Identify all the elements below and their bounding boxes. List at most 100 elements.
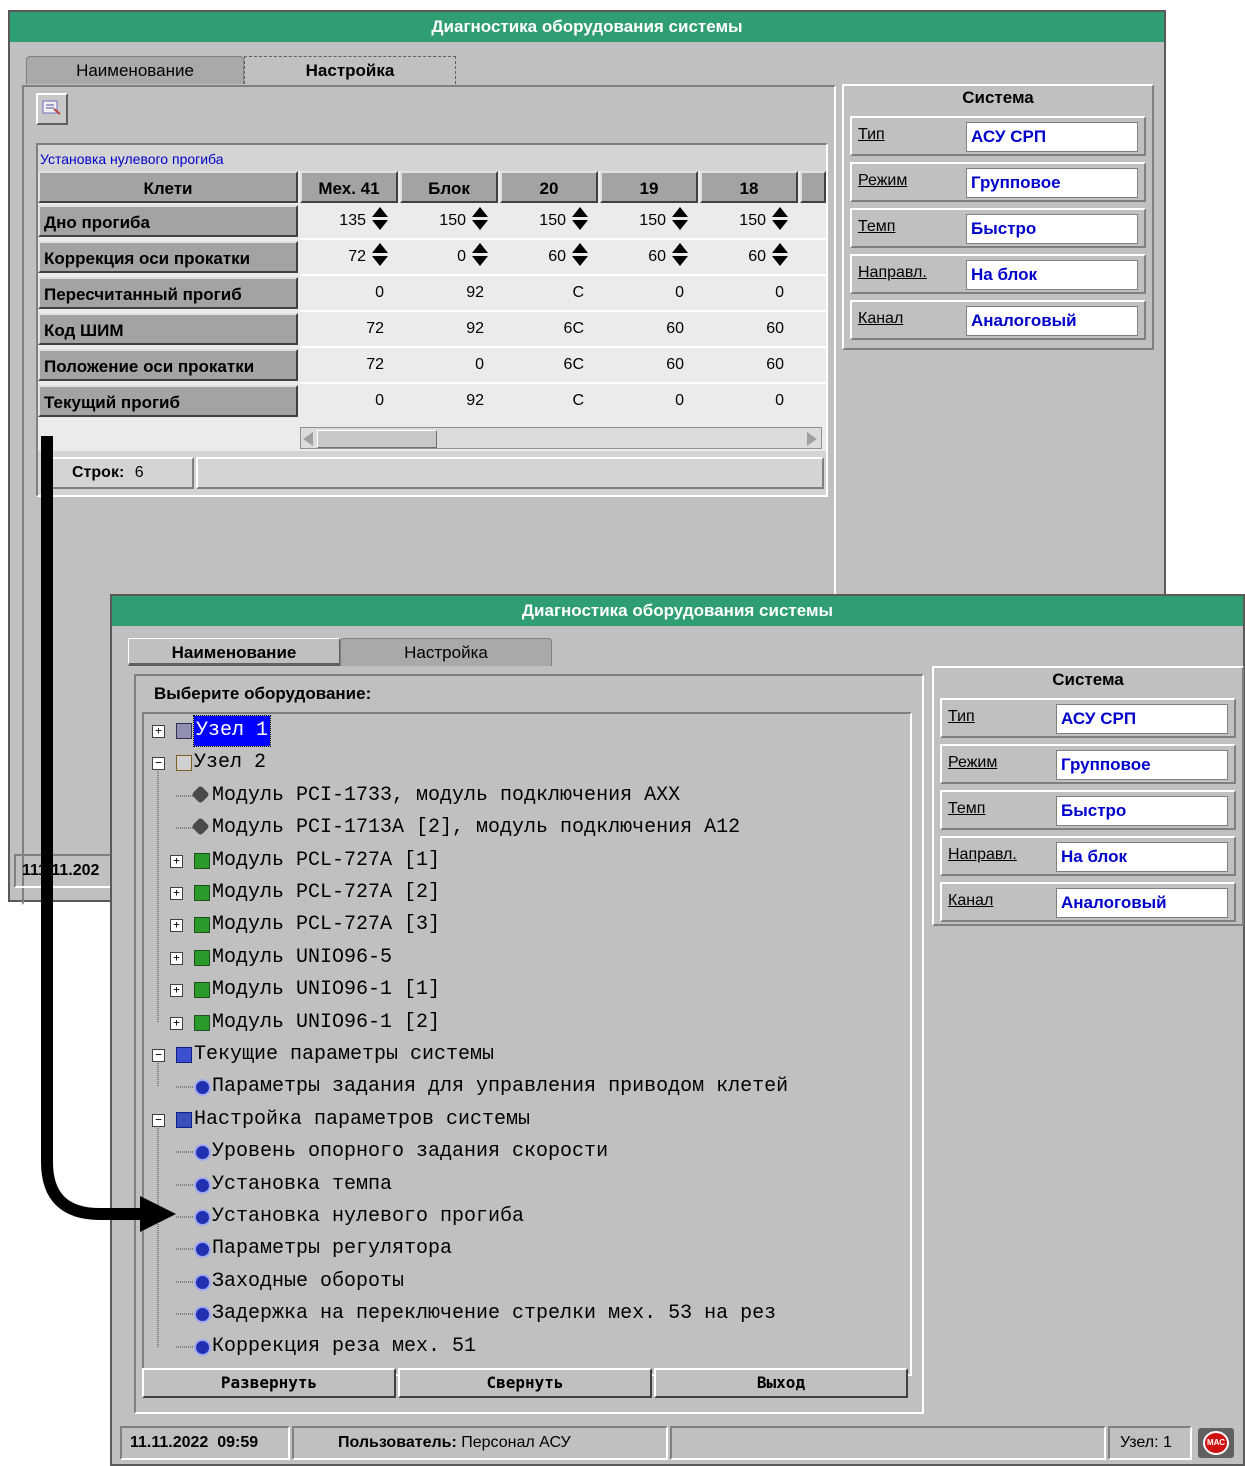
row-header: Коррекция оси прокатки: [38, 241, 298, 273]
tab-settings[interactable]: Настройка: [244, 56, 456, 84]
tab-name[interactable]: Наименование: [26, 56, 244, 84]
grid-cell: 92: [400, 385, 498, 417]
expand-icon[interactable]: +: [170, 887, 183, 900]
spinner-icon[interactable]: [772, 242, 788, 268]
system-back-row: Темп Быстро: [850, 208, 1146, 248]
collapse-icon[interactable]: −: [152, 757, 165, 770]
cell-value: 60: [648, 248, 666, 265]
tree-item-label: Модуль UNIO96-1 [2]: [212, 1011, 441, 1034]
collapse-button[interactable]: Свернуть: [398, 1368, 652, 1398]
tree-item-label: Параметры задания для управления приводо…: [212, 1075, 789, 1098]
expand-icon[interactable]: +: [170, 919, 183, 932]
grid-cell[interactable]: 0: [400, 241, 498, 273]
row-header: Положение оси прокатки: [38, 349, 298, 381]
select-equipment-label: Выберите оборудование:: [154, 684, 372, 703]
column-header[interactable]: 19: [600, 171, 698, 203]
grid-caption: Установка нулевого прогиба: [40, 151, 224, 167]
card-icon: [194, 917, 210, 933]
column-header[interactable]: 18: [700, 171, 798, 203]
tree-item-label: Узел 2: [194, 751, 267, 774]
cell-value: 92: [466, 392, 484, 409]
row-divider: [300, 346, 826, 348]
tree-item-label: Узел 1: [192, 715, 272, 747]
grid-cell[interactable]: 150: [600, 205, 698, 237]
scroll-right-arrow[interactable]: [807, 432, 817, 446]
expand-icon[interactable]: +: [170, 984, 183, 997]
grid-cell[interactable]: 150: [500, 205, 598, 237]
expand-icon[interactable]: +: [152, 725, 165, 738]
tree-item-label: Модуль PCL-727A [3]: [212, 913, 441, 936]
column-header[interactable]: Блок: [400, 171, 498, 203]
grid-cell[interactable]: 60: [500, 241, 598, 273]
back-status-date: 111.11.202: [14, 854, 114, 888]
system-back-row: Тип АСУ СРП: [850, 116, 1146, 156]
parameter-icon: [194, 1177, 211, 1194]
expand-icon[interactable]: +: [170, 1017, 183, 1030]
spinner-icon[interactable]: [472, 206, 488, 232]
system-field-value: На блок: [1056, 842, 1228, 872]
grid-body: Клети Мех. 41 Блок 20 19 18 Дно прогиба 135 150 1…: [38, 171, 826, 451]
spinner-icon[interactable]: [372, 206, 388, 232]
toolbar-button[interactable]: [36, 93, 68, 125]
cell-value: 72: [366, 320, 384, 337]
scroll-left-arrow[interactable]: [303, 432, 313, 446]
expand-button[interactable]: Развернуть: [142, 1368, 396, 1398]
system-field-label: Канал: [948, 892, 994, 909]
card-icon: [194, 885, 210, 901]
tab-name-front[interactable]: Наименование: [128, 638, 340, 666]
tree-item-label: Модуль UNIO96-1 [1]: [212, 978, 441, 1001]
front-window: Диагностика оборудования системы Наимено…: [110, 594, 1245, 1466]
spinner-icon[interactable]: [672, 242, 688, 268]
grid-cell: C: [500, 385, 598, 417]
spinner-icon[interactable]: [772, 206, 788, 232]
tree-item-label: Модуль PCL-727A [2]: [212, 881, 441, 904]
spinner-icon[interactable]: [472, 242, 488, 268]
cell-value: 0: [675, 284, 684, 301]
column-header-stands[interactable]: Клети: [38, 171, 298, 203]
tab-settings-front[interactable]: Настройка: [340, 638, 552, 666]
exit-button[interactable]: Выход: [654, 1368, 908, 1398]
spinner-icon[interactable]: [672, 206, 688, 232]
system-panel-front: Система Тип АСУ СРП Режим Групповое Темп Быст…: [932, 666, 1244, 926]
system-field-label: Направл.: [948, 846, 1017, 863]
expand-icon[interactable]: +: [170, 855, 183, 868]
tree-item-label: Параметры регулятора: [212, 1237, 453, 1260]
system-field-label: Тип: [858, 126, 885, 143]
cell-value: 0: [457, 248, 466, 265]
cell-value: 135: [339, 212, 366, 229]
cell-value: 0: [675, 392, 684, 409]
grid-hscrollbar[interactable]: [300, 427, 822, 449]
grid-cell[interactable]: 72: [300, 241, 398, 273]
spinner-icon[interactable]: [572, 206, 588, 232]
column-header[interactable]: Мех. 41: [300, 171, 398, 203]
spinner-icon[interactable]: [572, 242, 588, 268]
row-divider: [300, 310, 826, 312]
row-header: Пересчитанный прогиб: [38, 277, 298, 309]
grid-cell[interactable]: 135: [300, 205, 398, 237]
cell-value: 0: [775, 284, 784, 301]
tree-item-label: Модуль PCI-1713A [2], модуль подключения…: [212, 816, 741, 839]
grid-cell: 0: [600, 277, 698, 309]
front-window-title: Диагностика оборудования системы: [112, 596, 1243, 626]
collapse-icon[interactable]: −: [152, 1114, 165, 1127]
grid-cell: 72: [300, 313, 398, 345]
grid-cell: 0: [300, 385, 398, 417]
computer-icon: [176, 723, 192, 739]
column-header[interactable]: 20: [500, 171, 598, 203]
system-field-value: Быстро: [966, 214, 1138, 244]
expand-icon[interactable]: +: [170, 952, 183, 965]
parameter-icon: [194, 1339, 211, 1356]
grid-cell[interactable]: 150: [400, 205, 498, 237]
grid-cell[interactable]: 60: [600, 241, 698, 273]
grid-cell[interactable]: 60: [700, 241, 798, 273]
scroll-thumb[interactable]: [317, 430, 437, 448]
grid-cell[interactable]: 150: [700, 205, 798, 237]
cell-value: C: [572, 392, 584, 409]
card-icon: [194, 950, 210, 966]
grid-cell: 6C: [500, 313, 598, 345]
parameter-icon: [194, 1079, 211, 1096]
equipment-tree[interactable]: + Узел 1 − Узел 2 Модуль PCI-1733, модуль по…: [142, 712, 912, 1376]
collapse-icon[interactable]: −: [152, 1049, 165, 1062]
cell-value: 6C: [563, 356, 584, 373]
spinner-icon[interactable]: [372, 242, 388, 268]
